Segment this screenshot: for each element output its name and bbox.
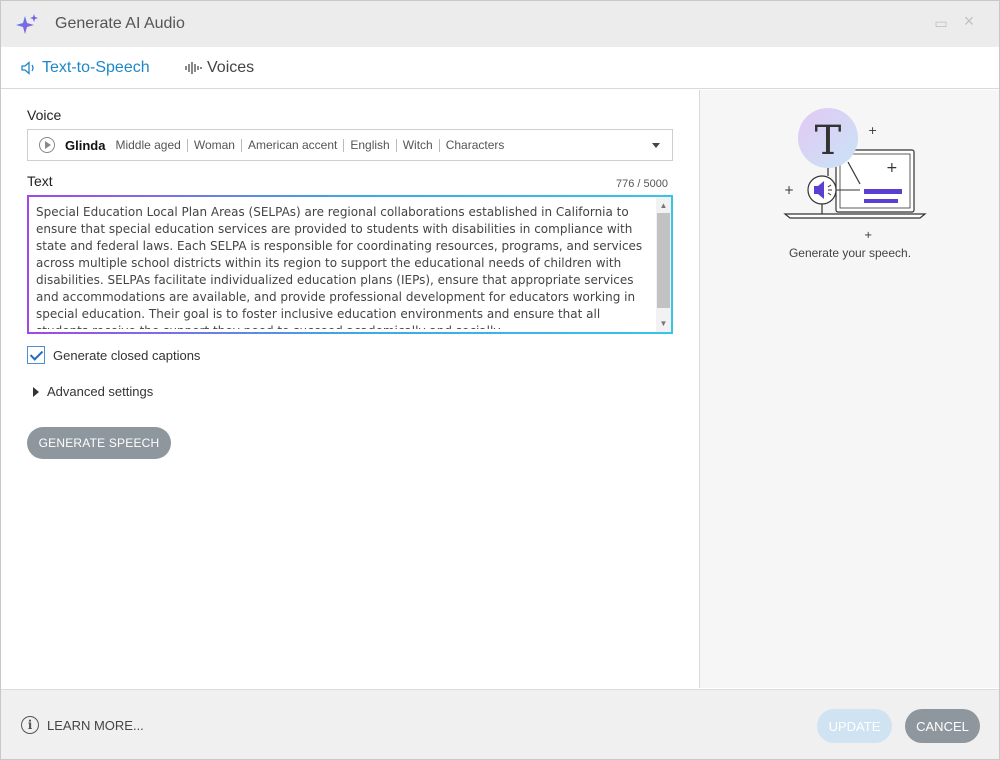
learn-more-label: LEARN MORE... [47, 717, 144, 733]
voice-tag: Witch [395, 138, 439, 152]
captions-label: Generate closed captions [53, 347, 201, 363]
generate-speech-button[interactable]: GENERATE SPEECH [27, 427, 171, 459]
text-label: Text [27, 173, 53, 189]
scroll-down-icon[interactable]: ▼ [659, 319, 668, 328]
tab-label: Voices [207, 59, 255, 76]
play-icon[interactable] [39, 137, 55, 153]
captions-checkbox[interactable] [27, 346, 45, 364]
voice-tag: Woman [186, 138, 241, 152]
tab-text-to-speech[interactable]: Text-to-Speech [21, 47, 150, 89]
speaker-icon [21, 61, 34, 75]
voice-dropdown[interactable]: Glinda Middle aged Woman American accent… [27, 129, 673, 161]
preview-panel: T + + + + Generate your speech. [699, 90, 999, 688]
voice-tag: American accent [240, 138, 343, 152]
voice-tag: Middle aged [115, 137, 181, 152]
speech-illustration: T + + + + [783, 108, 927, 241]
voice-tags: Middle aged Woman American accent Englis… [115, 137, 511, 152]
tab-voices[interactable]: Voices [184, 47, 254, 89]
svg-text:T: T [815, 118, 842, 164]
cancel-button[interactable]: CANCEL [905, 709, 980, 743]
voice-name: Glinda [65, 137, 106, 153]
voice-tag: English [343, 138, 395, 152]
window-title: Generate AI Audio [55, 15, 185, 32]
text-content[interactable]: Special Education Local Plan Areas (SELP… [36, 204, 650, 329]
title-bar: Generate AI Audio ▭ × [1, 1, 999, 47]
caret-right-icon [33, 386, 39, 397]
chevron-down-icon [652, 143, 660, 148]
text-input[interactable]: Special Education Local Plan Areas (SELP… [27, 195, 673, 334]
form-panel: Voice Glinda Middle aged Woman American … [1, 90, 698, 688]
scroll-up-icon[interactable]: ▲ [659, 201, 668, 210]
svg-text:+: + [784, 183, 794, 197]
character-count: 776 / 5000 [616, 178, 668, 190]
learn-more-link[interactable]: i LEARN MORE... [21, 716, 144, 734]
preview-caption: Generate your speech. [788, 246, 912, 260]
svg-text:+: + [864, 230, 872, 241]
voice-tag: Characters [438, 138, 511, 152]
tab-label: Text-to-Speech [42, 59, 150, 76]
tab-bar: Text-to-Speech Voices [1, 47, 999, 89]
waveform-icon [185, 62, 202, 74]
sparkle-icon [16, 14, 38, 34]
captions-option[interactable]: Generate closed captions [27, 346, 200, 364]
maximize-icon[interactable]: ▭ [933, 15, 949, 31]
scrollbar[interactable]: ▲ ▼ [656, 197, 671, 332]
info-icon: i [21, 716, 39, 734]
voice-label: Voice [27, 107, 62, 123]
svg-text:+: + [886, 160, 898, 176]
svg-text:+: + [868, 124, 877, 137]
close-icon[interactable]: × [961, 12, 977, 30]
dialog-window: Generate AI Audio ▭ × Text-to-Speech Voi… [0, 0, 1000, 760]
footer-bar: i LEARN MORE... UPDATE CANCEL [1, 689, 999, 759]
scrollbar-thumb[interactable] [657, 213, 670, 308]
update-button[interactable]: UPDATE [817, 709, 892, 743]
advanced-settings-toggle[interactable]: Advanced settings [33, 384, 153, 399]
advanced-settings-label: Advanced settings [47, 384, 154, 399]
